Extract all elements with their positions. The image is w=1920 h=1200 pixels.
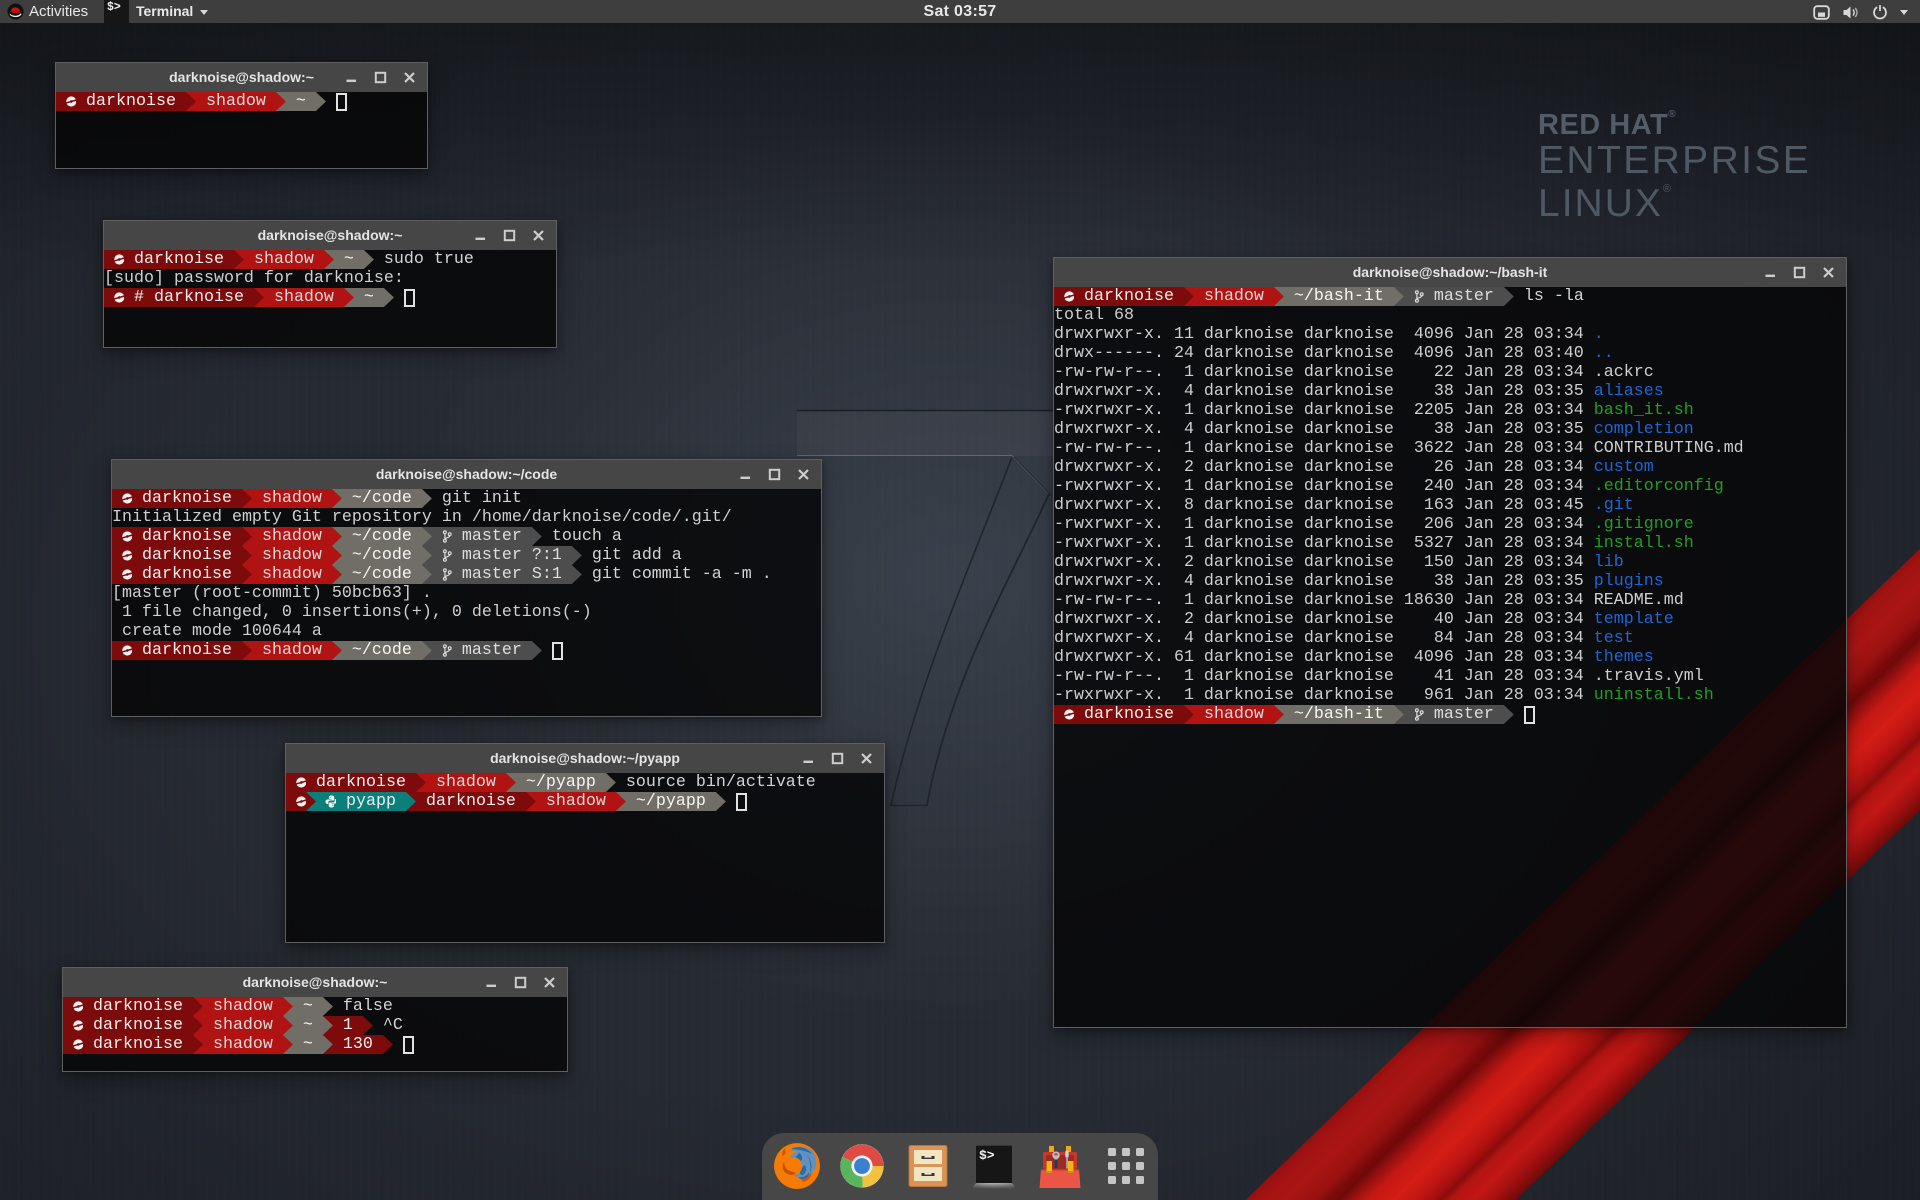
- svg-text:$>: $>: [979, 1148, 995, 1163]
